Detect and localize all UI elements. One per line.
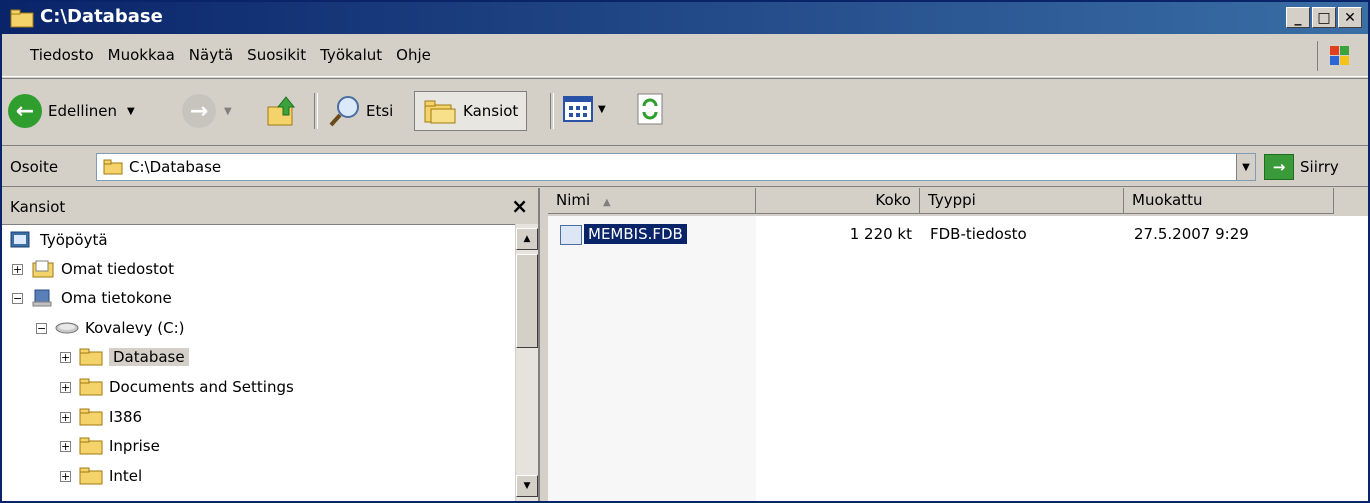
scroll-up-button[interactable]: ▲ [516,228,538,250]
scroll-thumb[interactable] [516,254,538,348]
collapse-icon[interactable]: − [12,292,23,304]
expand-icon[interactable]: + [60,470,71,482]
address-bar: Osoite C:\Database ▼ → Siirry [2,148,1368,187]
folders-toggle-button[interactable]: Kansiot [414,91,528,131]
window-title: C:\Database [40,6,163,27]
views-icon [563,96,593,122]
column-headers: Nimi ▲ Koko Tyyppi Muokattu [548,188,1368,216]
menu-bar: Tiedosto Muokkaa Näytä Suosikit Työkalut… [2,36,1368,77]
tree-item-desktop[interactable]: Työpöytä [10,228,108,252]
expand-icon[interactable]: + [12,263,23,275]
back-button[interactable]: ← Edellinen ▼ [8,94,135,128]
windows-logo-icon [1317,41,1349,71]
sorted-column-highlight [548,216,756,501]
views-dropdown-icon[interactable]: ▼ [598,104,606,115]
go-arrow-icon: → [1264,154,1294,180]
tree-item-local-disk[interactable]: − Kovalevy (C:) [36,316,185,340]
tree-item-inprise[interactable]: + Inprise [60,434,160,458]
expand-icon[interactable]: + [60,381,71,393]
back-dropdown-icon[interactable]: ▼ [127,106,135,117]
scroll-down-button[interactable]: ▼ [516,475,538,497]
forward-button[interactable]: → ▼ [182,94,232,128]
minimize-button[interactable]: _ [1286,7,1310,28]
folder-tree: Työpöytä + Omat tiedostot − Oma tietokon… [2,224,512,501]
views-button[interactable]: ▼ [562,94,606,124]
folder-icon [79,378,103,396]
up-folder-button[interactable] [264,93,300,129]
explorer-window: C:\Database _ □ ✕ Tiedosto Muokkaa Näytä… [0,0,1370,503]
tree-scrollbar[interactable]: ▲ ▼ [515,224,538,501]
tree-item-my-documents[interactable]: + Omat tiedostot [12,257,174,281]
folders-pane-header: Kansiot × [2,188,538,225]
search-button[interactable]: Etsi [328,94,393,128]
close-pane-icon[interactable]: × [511,194,528,218]
tree-item-my-computer[interactable]: − Oma tietokone [12,286,172,310]
sort-ascending-icon: ▲ [602,197,611,208]
expand-icon[interactable]: + [60,440,71,452]
address-dropdown-button[interactable]: ▼ [1236,154,1255,180]
tree-item-database[interactable]: + Database [60,345,189,369]
close-button[interactable]: ✕ [1338,7,1362,28]
menu-edit[interactable]: Muokkaa [108,46,175,64]
tree-item-intel[interactable]: + Intel [60,464,142,488]
hard-drive-icon [55,322,79,334]
folders-pane-title: Kansiot [10,198,66,216]
column-size[interactable]: Koko [756,188,920,214]
file-modified: 27.5.2007 9:29 [1134,225,1249,243]
desktop-icon [10,231,30,248]
folder-icon [10,9,34,28]
search-icon [329,96,359,127]
folder-icon [79,467,103,485]
maximize-button[interactable]: □ [1312,7,1336,28]
folders-icon [424,100,456,124]
up-folder-icon [267,96,296,126]
column-modified[interactable]: Muokattu [1124,188,1334,214]
folder-icon [79,437,103,455]
column-type[interactable]: Tyyppi [920,188,1124,214]
sync-button[interactable] [636,92,664,126]
standard-toolbar: ← Edellinen ▼ → ▼ Etsi Kansiot ▼ [2,78,1368,146]
file-type: FDB-tiedosto [930,225,1027,243]
expand-icon[interactable]: + [60,351,71,363]
refresh-icon [637,93,663,125]
address-value: C:\Database [129,158,222,176]
address-input[interactable]: C:\Database ▼ [96,153,1256,181]
menu-help[interactable]: Ohje [396,46,431,64]
menu-view[interactable]: Näytä [189,46,233,64]
folder-icon [79,408,103,426]
address-label: Osoite [10,158,59,176]
list-item[interactable]: MEMBIS.FDB 1 220 kt FDB-tiedosto 27.5.20… [548,222,1368,248]
menu-file[interactable]: Tiedosto [30,46,94,64]
tree-item-documents-and-settings[interactable]: + Documents and Settings [60,375,294,399]
forward-dropdown-icon[interactable]: ▼ [224,106,232,117]
computer-icon [32,289,52,307]
folder-icon [79,348,103,366]
pane-splitter[interactable] [540,188,548,501]
file-size: 1 220 kt [849,225,912,243]
menu-favorites[interactable]: Suosikit [247,46,306,64]
expand-icon[interactable]: + [60,411,71,423]
folders-pane: Kansiot × Työpöytä + Omat tiedostot − Om… [2,188,540,501]
go-button[interactable]: → Siirry [1264,154,1339,180]
back-arrow-icon: ← [8,94,42,128]
folder-icon [103,159,123,175]
my-documents-icon [32,260,54,278]
title-bar[interactable]: C:\Database _ □ ✕ [2,2,1368,34]
file-list: Nimi ▲ Koko Tyyppi Muokattu MEMBIS.FDB 1… [548,188,1368,501]
column-name[interactable]: Nimi ▲ [548,188,756,214]
forward-arrow-icon: → [182,94,216,128]
menu-tools[interactable]: Työkalut [320,46,382,64]
file-icon [560,225,582,245]
collapse-icon[interactable]: − [36,322,47,334]
file-name: MEMBIS.FDB [584,224,687,244]
tree-item-i386[interactable]: + I386 [60,405,142,429]
